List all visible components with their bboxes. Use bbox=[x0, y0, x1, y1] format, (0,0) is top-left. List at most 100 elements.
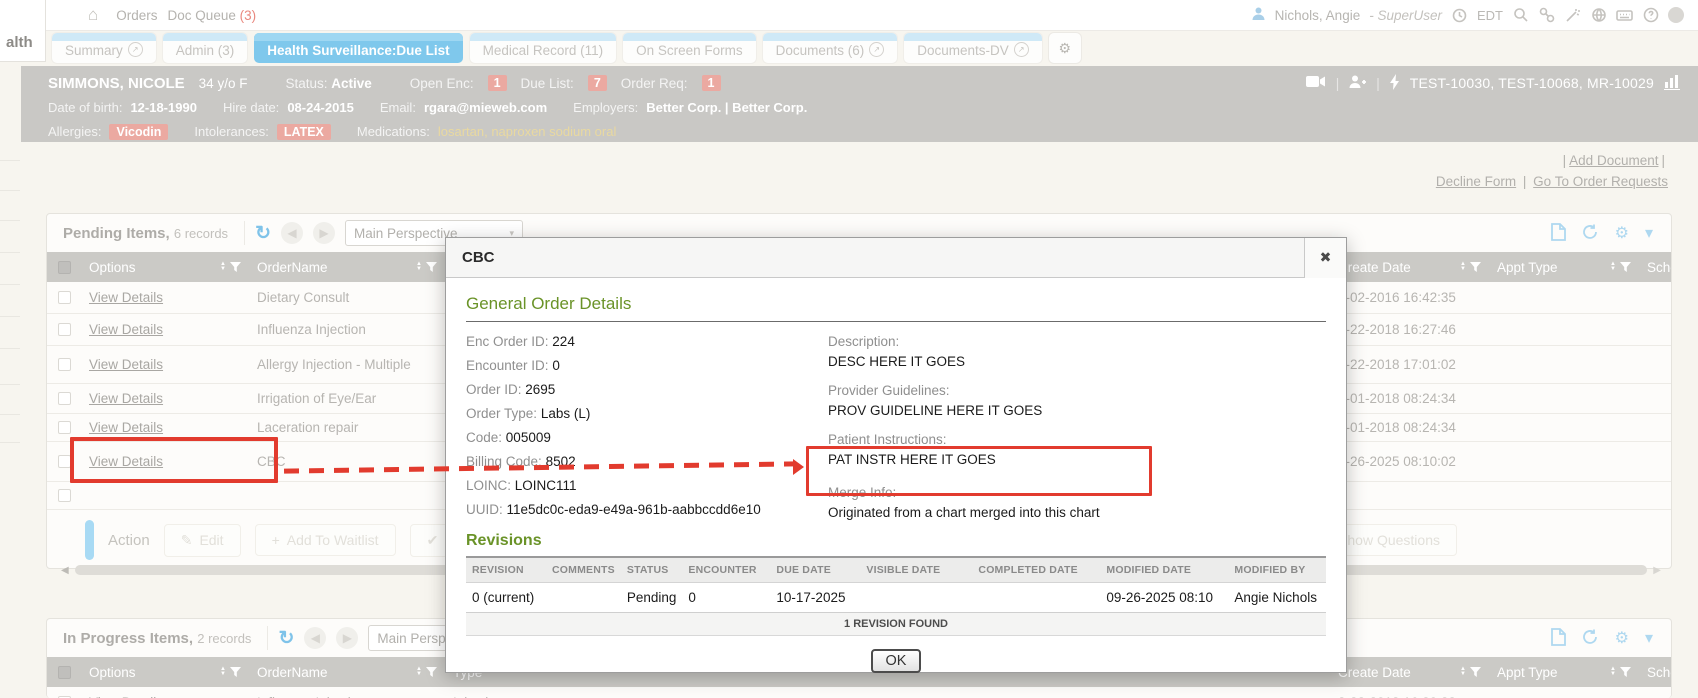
popout-icon[interactable]: ↗ bbox=[128, 42, 143, 57]
action-accent bbox=[85, 520, 94, 560]
tab-admin[interactable]: Admin (3) bbox=[163, 33, 248, 63]
chart-icon[interactable] bbox=[1664, 74, 1682, 93]
add-to-waitlist-button[interactable]: +Add To Waitlist bbox=[255, 524, 396, 556]
search-icon[interactable] bbox=[1512, 7, 1529, 24]
tab-summary[interactable]: Summary↗ bbox=[52, 33, 156, 63]
filter-icon[interactable] bbox=[1470, 262, 1481, 272]
breadcrumb-orders[interactable]: Orders bbox=[116, 8, 157, 23]
doc-queue-count: (3) bbox=[240, 8, 257, 23]
sort-icon[interactable]: ▲▼ bbox=[220, 667, 226, 677]
sort-icon[interactable]: ▲▼ bbox=[220, 262, 226, 272]
row-checkbox[interactable] bbox=[58, 489, 71, 502]
tab-settings-button[interactable]: ⚙ bbox=[1049, 33, 1081, 63]
filter-icon[interactable] bbox=[1620, 262, 1631, 272]
select-all-checkbox[interactable] bbox=[58, 666, 71, 679]
sort-icon[interactable]: ▲▼ bbox=[416, 667, 422, 677]
tab-medical-record[interactable]: Medical Record (11) bbox=[470, 33, 617, 63]
next-page-button[interactable]: ▶ bbox=[313, 222, 335, 244]
open-enc-badge[interactable]: 1 bbox=[488, 75, 507, 91]
check-icon: ✔ bbox=[427, 532, 439, 549]
collapse-chevron-icon[interactable]: ▾ bbox=[1645, 628, 1653, 648]
scroll-left-icon[interactable]: ◀ bbox=[61, 565, 69, 576]
revision-row: 0 (current) Pending 0 10-17-2025 09-26-2… bbox=[466, 583, 1326, 613]
allergy-badge[interactable]: Vicodin bbox=[109, 124, 168, 140]
wand-icon[interactable] bbox=[1564, 7, 1581, 24]
pending-items-title: Pending Items, 6 records bbox=[57, 225, 234, 242]
view-details-link[interactable]: View Details bbox=[89, 357, 163, 372]
order-req-label: Order Req: bbox=[621, 76, 688, 91]
tab-health-surveillance-due-list[interactable]: Health Surveillance:Due List bbox=[254, 33, 462, 63]
popout-icon[interactable]: ↗ bbox=[869, 42, 884, 57]
filter-icon[interactable] bbox=[426, 667, 437, 677]
row-checkbox[interactable] bbox=[58, 455, 71, 468]
next-page-button[interactable]: ▶ bbox=[336, 627, 358, 649]
row-checkbox[interactable] bbox=[58, 392, 71, 405]
annotation-arrowhead bbox=[793, 459, 804, 475]
tab-documents-dv[interactable]: Documents-DV↗ bbox=[904, 33, 1042, 63]
view-details-link[interactable]: View Details bbox=[89, 420, 163, 435]
patient-name: SIMMONS, NICOLE bbox=[48, 75, 185, 92]
open-enc-label: Open Enc: bbox=[410, 76, 474, 91]
link-icon[interactable] bbox=[1538, 7, 1555, 24]
view-details-link[interactable]: View Details bbox=[89, 391, 163, 406]
scroll-right-icon[interactable]: ▶ bbox=[1653, 565, 1661, 576]
medications-value[interactable]: losartan, naproxen sodium oral bbox=[438, 124, 617, 139]
sync-icon[interactable] bbox=[1582, 224, 1599, 243]
row-checkbox[interactable] bbox=[58, 291, 71, 304]
sort-icon[interactable]: ▲▼ bbox=[1460, 667, 1466, 677]
go-to-order-requests-link[interactable]: Go To Order Requests bbox=[1533, 174, 1668, 189]
filter-icon[interactable] bbox=[230, 667, 241, 677]
view-details-link[interactable]: View Details bbox=[89, 290, 163, 305]
sort-icon[interactable]: ▲▼ bbox=[1460, 262, 1466, 272]
due-list-badge[interactable]: 7 bbox=[588, 75, 607, 91]
new-document-icon[interactable] bbox=[1551, 628, 1566, 649]
home-icon[interactable]: ⌂ bbox=[88, 5, 98, 25]
filter-icon[interactable] bbox=[1470, 667, 1481, 677]
sort-icon[interactable]: ▲▼ bbox=[1610, 262, 1616, 272]
bolt-icon[interactable] bbox=[1390, 74, 1400, 93]
view-details-link[interactable]: View Details bbox=[89, 322, 163, 337]
user-name[interactable]: Nichols, Angie bbox=[1275, 8, 1361, 23]
dob-label: Date of birth: bbox=[48, 100, 122, 115]
row-checkbox[interactable] bbox=[58, 421, 71, 434]
tab-on-screen-forms[interactable]: On Screen Forms bbox=[623, 33, 756, 63]
sync-icon[interactable] bbox=[1582, 629, 1599, 648]
sort-icon[interactable]: ▲▼ bbox=[1610, 667, 1616, 677]
user-icon bbox=[1251, 6, 1266, 25]
add-person-icon[interactable] bbox=[1349, 75, 1366, 92]
settings-gear-icon[interactable]: ⚙ bbox=[1615, 628, 1629, 648]
avatar[interactable] bbox=[1668, 7, 1684, 23]
select-all-checkbox[interactable] bbox=[58, 261, 71, 274]
email-value: rgara@mieweb.com bbox=[424, 100, 547, 115]
row-checkbox[interactable] bbox=[58, 323, 71, 336]
annotation-box-cbc-row bbox=[70, 437, 278, 483]
globe-icon[interactable] bbox=[1590, 7, 1607, 24]
collapse-chevron-icon[interactable]: ▾ bbox=[1645, 223, 1653, 243]
revisions-title: Revisions bbox=[466, 532, 1326, 550]
new-document-icon[interactable] bbox=[1551, 223, 1566, 244]
keyboard-icon[interactable] bbox=[1616, 7, 1633, 24]
breadcrumb-doc-queue[interactable]: Doc Queue (3) bbox=[168, 8, 257, 23]
filter-icon[interactable] bbox=[1620, 667, 1631, 677]
refresh-icon[interactable]: ↻ bbox=[255, 222, 271, 245]
dialog-header[interactable]: CBC ✖ bbox=[446, 238, 1346, 278]
help-icon[interactable] bbox=[1642, 7, 1659, 24]
sort-icon[interactable]: ▲▼ bbox=[416, 262, 422, 272]
decline-form-link[interactable]: Decline Form bbox=[1436, 174, 1516, 189]
settings-gear-icon[interactable]: ⚙ bbox=[1615, 223, 1629, 243]
prev-page-button[interactable]: ◀ bbox=[304, 627, 326, 649]
filter-icon[interactable] bbox=[230, 262, 241, 272]
refresh-icon[interactable]: ↻ bbox=[278, 627, 294, 650]
close-icon[interactable]: ✖ bbox=[1304, 238, 1346, 278]
intolerance-badge[interactable]: LATEX bbox=[277, 124, 331, 140]
row-checkbox[interactable] bbox=[58, 358, 71, 371]
video-icon[interactable] bbox=[1306, 75, 1326, 91]
prev-page-button[interactable]: ◀ bbox=[281, 222, 303, 244]
edit-button[interactable]: ✎Edit bbox=[164, 524, 241, 557]
order-req-badge[interactable]: 1 bbox=[702, 75, 721, 91]
popout-icon[interactable]: ↗ bbox=[1014, 42, 1029, 57]
filter-icon[interactable] bbox=[426, 262, 437, 272]
add-document-link[interactable]: Add Document bbox=[1569, 153, 1658, 168]
ok-button[interactable]: OK bbox=[871, 649, 922, 673]
tab-documents[interactable]: Documents (6)↗ bbox=[763, 33, 898, 63]
